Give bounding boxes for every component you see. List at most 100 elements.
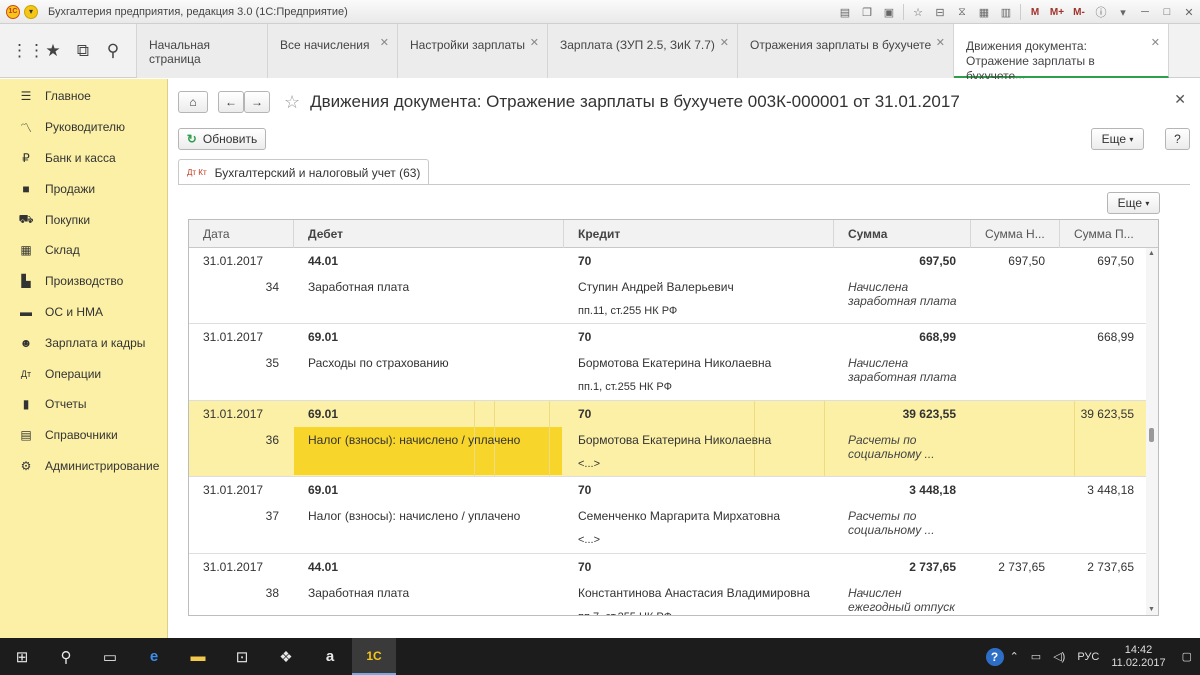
sidebar-item-label: Руководителю: [45, 120, 126, 135]
table-row[interactable]: 31.01.2017 38 44.01 Заработная плата 70 Конст…: [189, 554, 1158, 615]
sidebar-item-reports[interactable]: ▮ Отчеты: [0, 389, 167, 420]
memory-plus-button[interactable]: M+: [1046, 1, 1068, 23]
tab-home[interactable]: Начальная страница: [137, 24, 268, 78]
sidebar-item-operations[interactable]: Дт Операции: [0, 358, 167, 389]
sidebar-item-bank[interactable]: ₽ Банк и касса: [0, 143, 167, 174]
cell-debit-account: 44.01: [308, 559, 339, 574]
calendar-icon[interactable]: ▦: [973, 1, 995, 23]
main-menu-icon[interactable]: ▾: [24, 4, 38, 19]
more-label: Еще: [1101, 132, 1127, 146]
sidebar-item-main[interactable]: ☰ Главное: [0, 81, 167, 112]
tab-document-movements[interactable]: Движения документа: Отражение зарплаты в…: [954, 24, 1169, 83]
sidebar-item-admin[interactable]: ⚙ Администрирование: [0, 451, 167, 482]
edge-browser-icon[interactable]: e: [132, 638, 176, 675]
file-explorer-icon[interactable]: ▬: [176, 638, 220, 675]
column-amount-p[interactable]: Сумма П...: [1060, 220, 1148, 248]
language-indicator[interactable]: РУС: [1077, 651, 1099, 663]
memory-button[interactable]: M: [1024, 1, 1046, 23]
favorites-star-icon[interactable]: ☆: [907, 1, 929, 23]
history-icon[interactable]: ⧖: [951, 1, 973, 23]
tab-all-accruals[interactable]: Все начисления ✕: [268, 24, 398, 78]
save-icon[interactable]: ▣: [878, 1, 900, 23]
column-amount-tax[interactable]: Сумма Н...: [971, 220, 1060, 248]
sidebar-item-purchases[interactable]: ⛟ Покупки: [0, 204, 167, 235]
favorite-star-icon[interactable]: ☆: [284, 92, 300, 113]
sidebar-item-salary[interactable]: ☻ Зарплата и кадры: [0, 327, 167, 358]
factory-icon: ▙: [21, 274, 31, 289]
chevron-up-icon[interactable]: ⌃: [1010, 650, 1019, 663]
cell-credit-subconto-1: Константинова Анастасия Владимировна: [578, 585, 810, 600]
ruble-icon: ₽: [22, 150, 30, 165]
search-icon[interactable]: ⚲: [44, 638, 88, 675]
print-icon[interactable]: ▤: [834, 1, 856, 23]
home-button[interactable]: ⌂: [178, 91, 208, 113]
column-date[interactable]: Дата: [189, 220, 294, 248]
sidebar-item-warehouse[interactable]: ▦ Склад: [0, 235, 167, 266]
memory-minus-button[interactable]: M-: [1068, 1, 1090, 23]
minimize-icon[interactable]: ─: [1134, 1, 1156, 23]
tab-salary-settings[interactable]: Настройки зарплаты ✕: [398, 24, 548, 78]
maximize-icon[interactable]: □: [1156, 1, 1178, 23]
column-amount[interactable]: Сумма: [834, 220, 971, 248]
bookmark-icon[interactable]: ⊟: [929, 1, 951, 23]
table-row[interactable]: 31.01.2017 37 69.01 Налог (взносы): начисле…: [189, 477, 1158, 554]
sidebar-item-catalogs[interactable]: ▤ Справочники: [0, 420, 167, 451]
back-button[interactable]: ←: [218, 91, 244, 113]
tab-salary-postings[interactable]: Отражения зарплаты в бухучете ✕: [738, 24, 954, 78]
store-icon[interactable]: ⊡: [220, 638, 264, 675]
forward-button[interactable]: →: [244, 91, 270, 113]
close-icon[interactable]: ✕: [1151, 36, 1160, 51]
table-body: 31.01.2017 34 44.01 Заработная плата 70 Ступи…: [189, 248, 1158, 615]
search-icon[interactable]: ⚲: [101, 41, 125, 61]
scroll-thumb[interactable]: [1149, 428, 1154, 442]
apps-grid-icon[interactable]: ⋮⋮: [11, 41, 45, 61]
more-button[interactable]: Еще ▾: [1091, 128, 1144, 150]
separator: [903, 4, 904, 20]
close-icon[interactable]: ✕: [380, 36, 389, 49]
close-icon[interactable]: ✕: [936, 36, 945, 49]
task-view-icon[interactable]: ▭: [88, 638, 132, 675]
table-row[interactable]: 31.01.2017 35 69.01 Расходы по страхованию 7…: [189, 324, 1158, 401]
sidebar-item-manager[interactable]: 〽 Руководителю: [0, 112, 167, 143]
close-icon[interactable]: ✕: [720, 36, 729, 49]
cell-amount: 39 623,55: [902, 406, 956, 421]
open-tabs-bar: ⋮⋮ ★ ⧉ ⚲ Начальная страница Все начислен…: [0, 24, 1200, 83]
network-icon[interactable]: ▭: [1031, 650, 1041, 663]
calculator-icon[interactable]: ▥: [995, 1, 1017, 23]
sidebar-item-sales[interactable]: ■ Продажи: [0, 173, 167, 204]
favorites-star-icon[interactable]: ★: [41, 41, 65, 61]
window-titlebar: 1С ▾ Бухгалтерия предприятия, редакция 3…: [0, 0, 1200, 24]
windows-start-icon[interactable]: ⊞: [0, 638, 44, 675]
tab-salary-zup[interactable]: Зарплата (ЗУП 2.5, ЗиК 7.7) ✕: [548, 24, 738, 78]
column-credit[interactable]: Кредит: [564, 220, 834, 248]
tab-accounting-tax[interactable]: Дт Кт Бухгалтерский и налоговый учет (63…: [178, 159, 430, 185]
close-icon[interactable]: ✕: [1178, 1, 1200, 23]
dropbox-icon[interactable]: ❖: [264, 638, 308, 675]
1c-logo-icon[interactable]: 1С: [6, 4, 20, 19]
notifications-icon[interactable]: ▢: [1182, 650, 1192, 663]
grid-more-button[interactable]: Еще ▾: [1107, 192, 1160, 214]
window-menu-icon[interactable]: ▾: [1112, 1, 1134, 23]
sidebar-item-production[interactable]: ▙ Производство: [0, 266, 167, 297]
amazon-icon[interactable]: a: [308, 638, 352, 675]
vertical-scrollbar[interactable]: ▲ ▼: [1146, 248, 1158, 615]
sidebar-item-assets[interactable]: ▬ ОС и НМА: [0, 297, 167, 328]
column-debit[interactable]: Дебет: [294, 220, 564, 248]
cell-debit-account: 69.01: [308, 483, 339, 498]
help-icon[interactable]: ?: [985, 647, 1004, 666]
close-form-icon[interactable]: ✕: [1174, 91, 1186, 108]
info-icon[interactable]: ⓘ: [1090, 1, 1112, 23]
table-row[interactable]: 31.01.2017 34 44.01 Заработная плата 70 Ступи…: [189, 248, 1158, 325]
table-row[interactable]: 31.01.2017 36 69.01 Налог (взносы): начисле…: [189, 400, 1158, 478]
volume-icon[interactable]: ◁): [1053, 650, 1065, 663]
1c-app-icon[interactable]: 1С: [352, 638, 396, 675]
history-icon[interactable]: ⧉: [71, 41, 95, 61]
clock[interactable]: 14:42 11.02.2017: [1111, 644, 1165, 670]
help-button[interactable]: ?: [1165, 128, 1190, 150]
scroll-down-icon[interactable]: ▼: [1148, 606, 1155, 613]
scroll-up-icon[interactable]: ▲: [1148, 250, 1155, 257]
cell-line-number: 38: [265, 585, 279, 600]
close-icon[interactable]: ✕: [530, 36, 539, 49]
copy-icon[interactable]: ❐: [856, 1, 878, 23]
refresh-button[interactable]: ↻ Обновить: [178, 128, 266, 150]
